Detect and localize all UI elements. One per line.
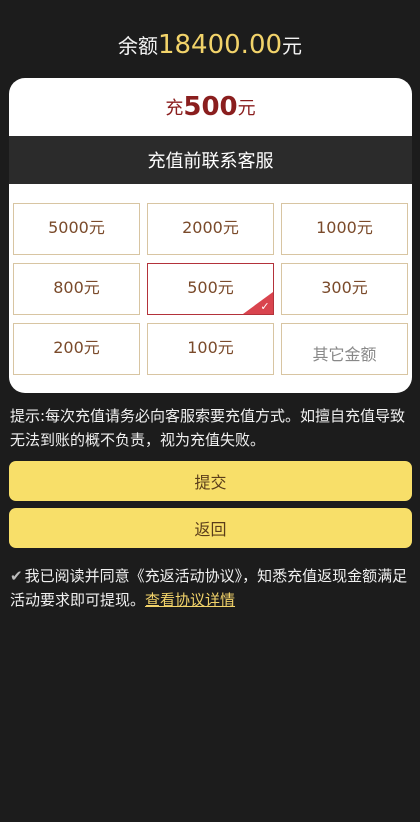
- balance-amount: 18400.00: [157, 30, 283, 60]
- submit-button[interactable]: 提交: [9, 461, 412, 501]
- submit-button-label: 提交: [194, 473, 227, 492]
- recharge-card: 充 500 元 充值前联系客服 5000元 2000元 1000元 800元 500…: [9, 78, 412, 393]
- recharge-amount-display: 充 500 元: [9, 78, 412, 136]
- balance-unit: 元: [282, 34, 303, 58]
- amount-option-label: 2000元: [182, 218, 239, 237]
- agreement-checkbox[interactable]: ✔: [10, 567, 23, 585]
- balance-label: 余额: [117, 34, 158, 58]
- back-button-label: 返回: [194, 520, 227, 539]
- amount-option-label: 1000元: [316, 218, 373, 237]
- amount-option-100[interactable]: 100元: [147, 323, 274, 375]
- recharge-prefix: 充: [165, 98, 184, 119]
- contact-service-banner[interactable]: 充值前联系客服: [9, 136, 412, 184]
- amount-option-500[interactable]: 500元 ✓: [147, 263, 274, 315]
- amount-option-label: 300元: [321, 278, 368, 297]
- contact-service-label: 充值前联系客服: [147, 151, 274, 172]
- amount-option-label: 100元: [187, 338, 234, 357]
- amount-option-5000[interactable]: 5000元: [13, 203, 140, 255]
- back-button[interactable]: 返回: [9, 508, 412, 548]
- amount-option-label: 5000元: [48, 218, 105, 237]
- amount-option-label: 其它金额: [312, 345, 377, 364]
- balance-display: 余额18400.00元: [0, 30, 420, 60]
- amount-option-300[interactable]: 300元: [281, 263, 408, 315]
- recharge-tip: 提示:每次充值请务必向客服索要充值方式。如擅自充值导致无法到账的概不负责，视为充…: [10, 407, 406, 449]
- amount-option-label: 200元: [53, 338, 100, 357]
- agreement-details-link[interactable]: 查看协议详情: [145, 591, 235, 609]
- check-icon: ✓: [260, 300, 270, 313]
- agreement: ✔ 我已阅读并同意《充返活动协议》，知悉充值返现金额满足活动要求即可提现。查看协议…: [10, 564, 414, 612]
- recharge-unit: 元: [237, 98, 256, 119]
- recharge-amount: 500: [183, 92, 238, 122]
- amount-option-label: 800元: [53, 278, 100, 297]
- amount-option-other[interactable]: 其它金额: [281, 323, 408, 375]
- amount-option-2000[interactable]: 2000元: [147, 203, 274, 255]
- amount-option-800[interactable]: 800元: [13, 263, 140, 315]
- amount-option-label: 500元: [187, 278, 234, 297]
- amount-option-200[interactable]: 200元: [13, 323, 140, 375]
- amount-option-1000[interactable]: 1000元: [281, 203, 408, 255]
